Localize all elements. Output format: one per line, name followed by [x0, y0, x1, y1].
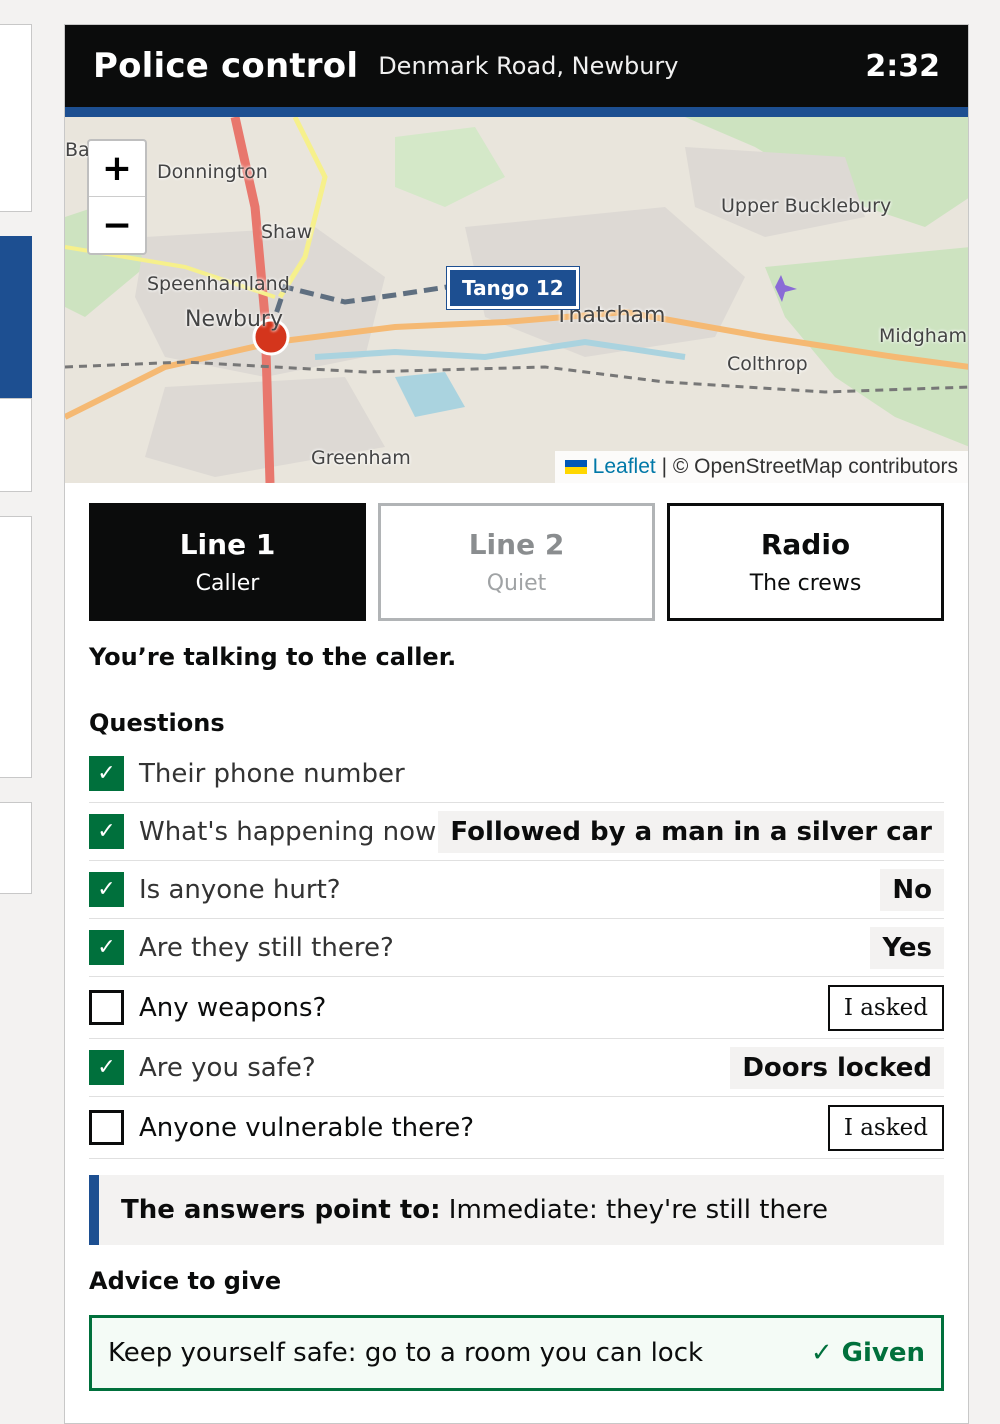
question-row: ✓ What's happening now Followed by a man… [89, 803, 944, 861]
question-list: ✓ Their phone number ✓ What's happening … [65, 737, 968, 1159]
control-panel: Police control Denmark Road, Newbury 2:3… [64, 24, 969, 1424]
header: Police control Denmark Road, Newbury 2:3… [65, 25, 968, 117]
assessment-label: The answers point to: [121, 1195, 441, 1225]
questions-heading: Questions [89, 709, 225, 737]
question-text: Are you safe? [139, 1052, 316, 1083]
assessment-inset: The answers point to: Immediate: they're… [89, 1175, 944, 1245]
question-row: Any weapons? I asked [89, 977, 944, 1039]
unchecked-checkbox[interactable] [89, 990, 124, 1025]
i-asked-button[interactable]: I asked [827, 1104, 944, 1151]
tab-sublabel: Caller [195, 571, 260, 596]
i-asked-button[interactable]: I asked [827, 984, 944, 1031]
side-card-4[interactable] [0, 516, 32, 778]
question-text: Their phone number [139, 758, 405, 789]
answer-value: Followed by a man in a silver car [438, 810, 944, 853]
zoom-in-button[interactable]: + [89, 141, 145, 197]
assessment-value: Immediate: they're still there [448, 1195, 829, 1225]
place-label: Shaw [261, 221, 313, 243]
side-card-3[interactable] [0, 398, 32, 492]
tab-sublabel: The crews [749, 571, 862, 596]
zoom-out-button[interactable]: − [89, 197, 145, 253]
checked-checkbox[interactable]: ✓ [89, 1050, 124, 1085]
leaflet-link[interactable]: Leaflet [593, 455, 656, 478]
place-label: Midgham [879, 325, 967, 347]
side-card-5[interactable] [0, 802, 32, 894]
attribution-text: © OpenStreetMap contributors [672, 455, 958, 478]
place-label: Ba [65, 139, 90, 161]
advice-text: Keep yourself safe: go to a room you can… [108, 1338, 704, 1368]
place-label: Speenhamland [147, 273, 290, 295]
map-attribution: Leaflet | © OpenStreetMap contributors [554, 451, 968, 483]
tab-radio[interactable]: Radio The crews [667, 503, 944, 621]
answer-value: No [880, 868, 944, 911]
question-text: Anyone vulnerable there? [139, 1112, 475, 1143]
unit-label-tango-12[interactable]: Tango 12 [446, 266, 580, 310]
side-card-1[interactable] [0, 24, 32, 212]
advice-heading: Advice to give [89, 1267, 282, 1295]
question-text: Any weapons? [139, 992, 327, 1023]
advice-item[interactable]: Keep yourself safe: go to a room you can… [89, 1315, 944, 1391]
advice-given-status: ✓ Given [810, 1338, 925, 1368]
checked-checkbox[interactable]: ✓ [89, 756, 124, 791]
call-timer: 2:32 [865, 48, 940, 84]
place-label: Colthrop [727, 353, 808, 375]
place-label: Greenham [311, 447, 411, 469]
answer-value: Doors locked [730, 1046, 944, 1089]
attribution-separator: | [661, 455, 668, 478]
tab-label: Line 1 [179, 528, 276, 561]
question-row: ✓ Their phone number [89, 745, 944, 803]
line-tabs: Line 1 Caller Line 2 Quiet Radio The cre… [65, 483, 968, 621]
tab-label: Radio [760, 528, 851, 561]
call-status: You’re talking to the caller. [89, 643, 457, 671]
place-label: Upper Bucklebury [721, 195, 892, 217]
tab-line-1[interactable]: Line 1 Caller [89, 503, 366, 621]
zoom-controls: + − [87, 139, 147, 255]
question-text: What's happening now [139, 816, 437, 847]
question-row: Anyone vulnerable there? I asked [89, 1097, 944, 1159]
question-text: Are they still there? [139, 932, 394, 963]
map[interactable]: + − Donnington Shaw Speenhamland Newbury… [65, 117, 968, 483]
question-text: Is anyone hurt? [139, 874, 341, 905]
ukraine-flag-icon [564, 460, 587, 475]
question-row: ✓ Is anyone hurt? No [89, 861, 944, 919]
side-card-active[interactable] [0, 236, 32, 398]
checked-checkbox[interactable]: ✓ [89, 930, 124, 965]
place-label: Newbury [185, 307, 283, 332]
tab-label: Line 2 [468, 528, 565, 561]
question-row: ✓ Are you safe? Doors locked [89, 1039, 944, 1097]
answer-value: Yes [870, 926, 944, 969]
checked-checkbox[interactable]: ✓ [89, 872, 124, 907]
place-label: Donnington [157, 161, 268, 183]
page-title: Police control [93, 46, 359, 86]
incident-location: Denmark Road, Newbury [378, 52, 679, 80]
question-row: ✓ Are they still there? Yes [89, 919, 944, 977]
checked-checkbox[interactable]: ✓ [89, 814, 124, 849]
tab-sublabel: Quiet [486, 571, 547, 596]
unchecked-checkbox[interactable] [89, 1110, 124, 1145]
tab-line-2[interactable]: Line 2 Quiet [378, 503, 655, 621]
